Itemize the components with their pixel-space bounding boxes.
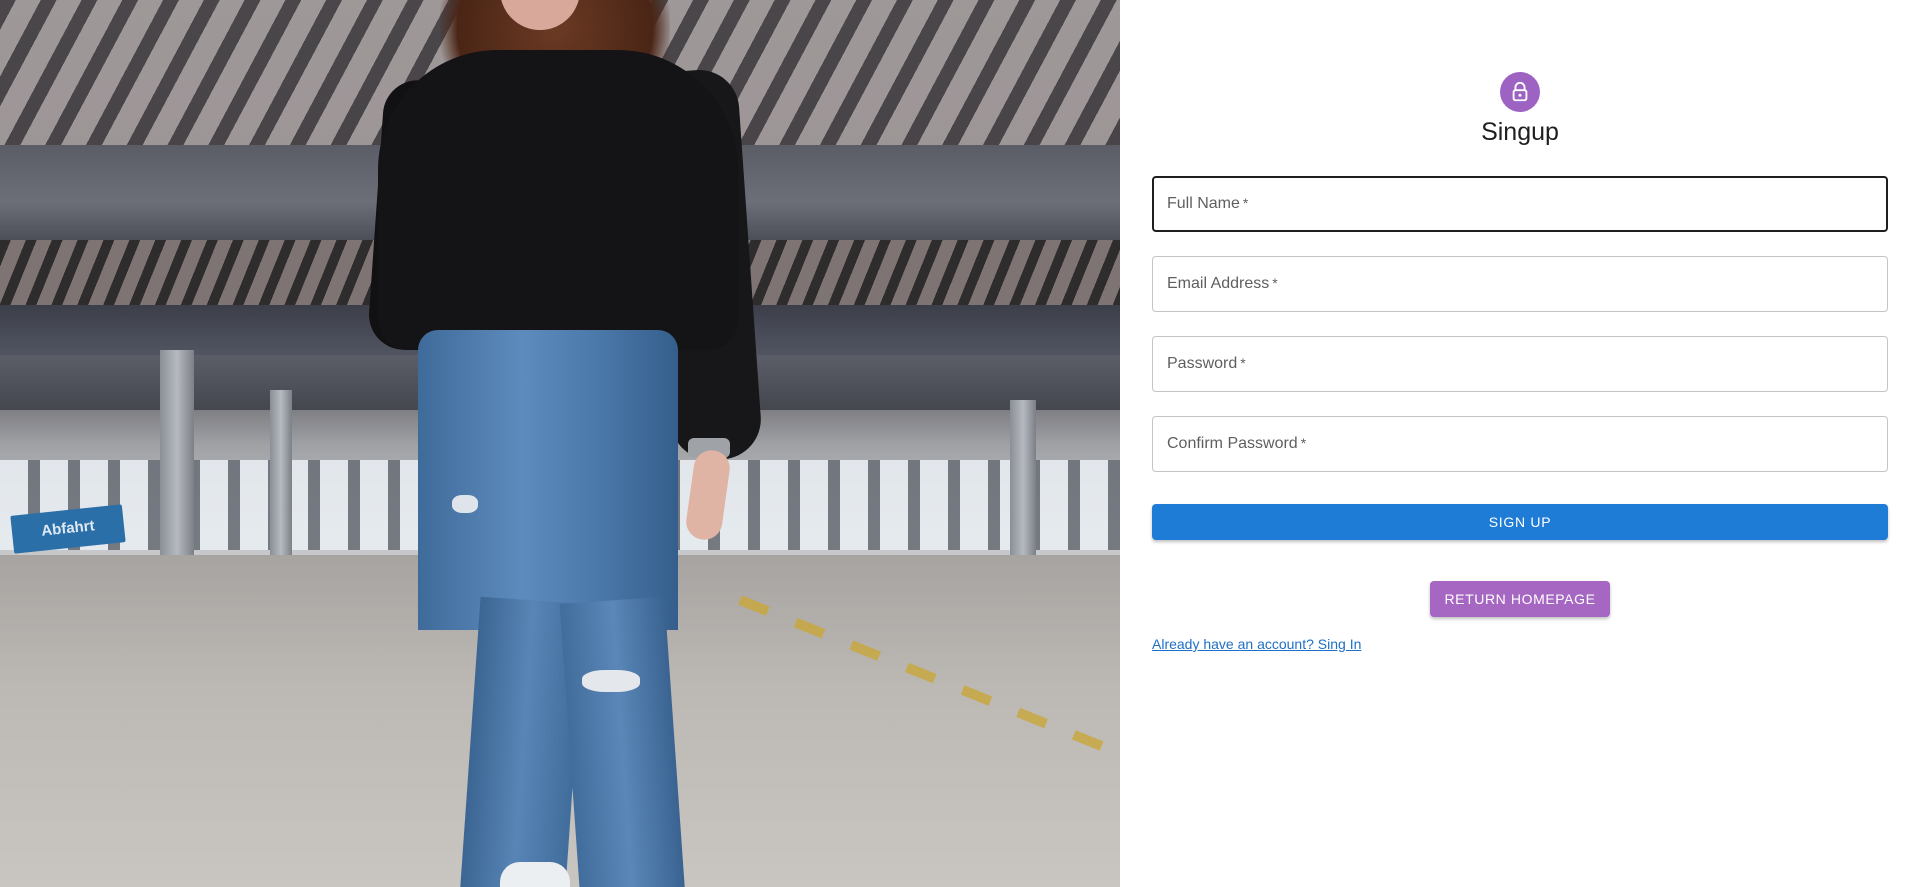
password-field[interactable]: Password * [1152,336,1888,392]
jeans-rip [452,495,478,513]
signup-panel: Singup Full Name * Email Address * Passwor… [1120,0,1920,887]
pillar [270,390,292,570]
email-input[interactable] [1153,257,1887,311]
person-leg-right [559,596,686,887]
return-homepage-button[interactable]: RETURN HOMEPAGE [1430,581,1610,617]
sign-in-link[interactable]: Already have an account? Sing In [1152,636,1361,652]
pillar [1010,400,1036,580]
page-title: Singup [1481,118,1559,146]
avatar [1500,72,1540,112]
confirm-password-field[interactable]: Confirm Password * [1152,416,1888,472]
sign-up-button[interactable]: SIGN UP [1152,504,1888,540]
confirm-password-input[interactable] [1153,417,1887,471]
jeans-rip [582,670,640,692]
lock-icon [1512,81,1528,102]
full-name-field[interactable]: Full Name * [1152,176,1888,232]
hero-image: Abfahrt [0,0,1120,887]
person-jeans [418,330,678,630]
person-shirt [378,50,738,350]
password-input[interactable] [1153,337,1887,391]
email-field[interactable]: Email Address * [1152,256,1888,312]
full-name-input[interactable] [1154,178,1886,230]
person-shoe [500,862,570,887]
